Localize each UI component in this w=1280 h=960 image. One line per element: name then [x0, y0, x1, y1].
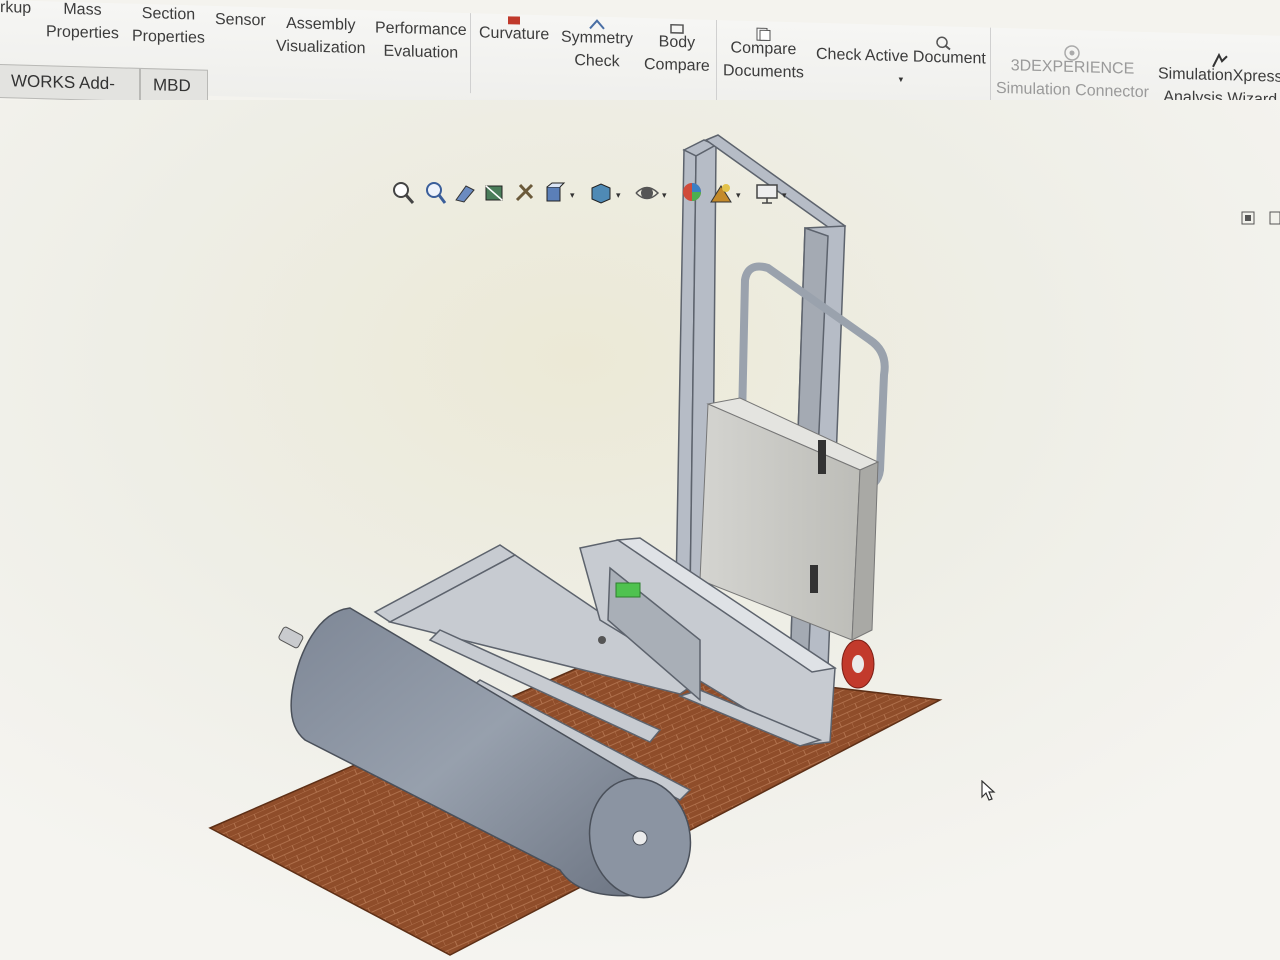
chevron-down-icon[interactable]: ▾	[570, 190, 575, 201]
ribbon-separator	[990, 27, 991, 108]
3dexperience-icon	[1063, 44, 1081, 70]
ribbon-mass-label: Mass	[63, 0, 102, 19]
ribbon-symmetry-check-button[interactable]: Symmetry Check	[561, 19, 633, 74]
zoom-to-area-icon[interactable]	[422, 180, 448, 206]
mouse-pointer-icon	[980, 779, 996, 807]
caster-wheels	[841, 639, 875, 689]
chevron-down-icon[interactable]: ▾	[782, 190, 787, 201]
model-view[interactable]	[0, 100, 1280, 960]
ribbon-sensor-label: Sensor	[215, 11, 266, 30]
ribbon-check-active-document-button[interactable]: Check Active Document ▾	[816, 36, 986, 94]
previous-view-icon[interactable]	[452, 180, 478, 206]
display-style-icon[interactable]	[588, 180, 614, 206]
curvature-icon	[506, 10, 522, 33]
view-settings-icon[interactable]	[754, 180, 780, 206]
check-document-icon	[934, 34, 952, 58]
compare-documents-icon	[755, 25, 771, 48]
chevron-down-icon[interactable]: ▾	[736, 190, 741, 201]
ribbon-body-label2: Compare	[644, 55, 710, 75]
chevron-down-icon[interactable]: ▾	[816, 66, 986, 94]
chevron-down-icon[interactable]: ▾	[662, 190, 667, 201]
edit-appearance-icon[interactable]	[680, 180, 706, 206]
ribbon-asmviz-label: Assembly	[286, 14, 356, 34]
body-compare-icon	[669, 19, 685, 42]
maximize-viewport-icon[interactable]	[1268, 210, 1280, 231]
simulationxpress-icon	[1210, 52, 1230, 78]
ribbon-asmviz-label2: Visualization	[276, 37, 366, 58]
dynamic-annotation-icon[interactable]	[512, 180, 538, 206]
ribbon-markup-label: rkup	[0, 0, 32, 17]
ribbon-section-label: Section	[141, 4, 196, 24]
tab-solidworks-add-ins[interactable]: WORKS Add-Ins	[0, 63, 140, 123]
ribbon-mass-properties-button[interactable]: Mass Properties	[46, 0, 119, 45]
view-orientation-icon[interactable]	[542, 180, 568, 206]
ribbon-body-compare-button[interactable]: Body Compare	[644, 23, 710, 78]
ribbon-markup-button[interactable]: rkup	[0, 0, 31, 20]
ribbon-sensor-button[interactable]: Sensor	[215, 8, 266, 32]
section-view-icon[interactable]	[482, 180, 508, 206]
ribbon-mass-label2: Properties	[46, 23, 119, 43]
restore-viewport-icon[interactable]	[1240, 210, 1256, 231]
ribbon-assembly-visualization-button[interactable]: Assembly Visualization	[276, 12, 366, 61]
ribbon-curvature-button[interactable]: Curvature	[479, 16, 549, 46]
apply-scene-icon[interactable]	[708, 180, 734, 206]
ribbon-cmpdoc-label2: Documents	[723, 62, 804, 82]
symmetry-check-icon	[588, 14, 606, 38]
zoom-to-fit-icon[interactable]	[390, 180, 416, 206]
ribbon-section-label2: Properties	[132, 27, 205, 47]
ribbon-separator	[470, 13, 471, 94]
ribbon-3dexperience-simulation-connector-button[interactable]: 3DEXPERIENCE Simulation Connector	[996, 45, 1149, 104]
ribbon-separator	[716, 19, 717, 101]
ribbon-section-properties-button[interactable]: Section Properties	[132, 2, 205, 50]
ribbon-sym-label2: Check	[574, 52, 620, 71]
ribbon-compare-documents-button[interactable]: Compare Documents	[723, 27, 804, 84]
tab-mbd[interactable]: MBD	[140, 67, 208, 104]
chevron-down-icon[interactable]: ▾	[616, 190, 621, 201]
sensor-indicator	[615, 582, 641, 598]
hide-show-items-icon[interactable]	[634, 180, 660, 206]
ribbon-perf-label: Performance	[375, 19, 467, 40]
ribbon-performance-evaluation-button[interactable]: Performance Evaluation	[375, 16, 467, 65]
graphics-area[interactable]: ▾ ▾ ▾ ▾ ▾	[0, 100, 1280, 960]
ribbon-chk-label: Check Active Document	[816, 45, 986, 68]
ribbon-perf-label2: Evaluation	[383, 42, 459, 62]
